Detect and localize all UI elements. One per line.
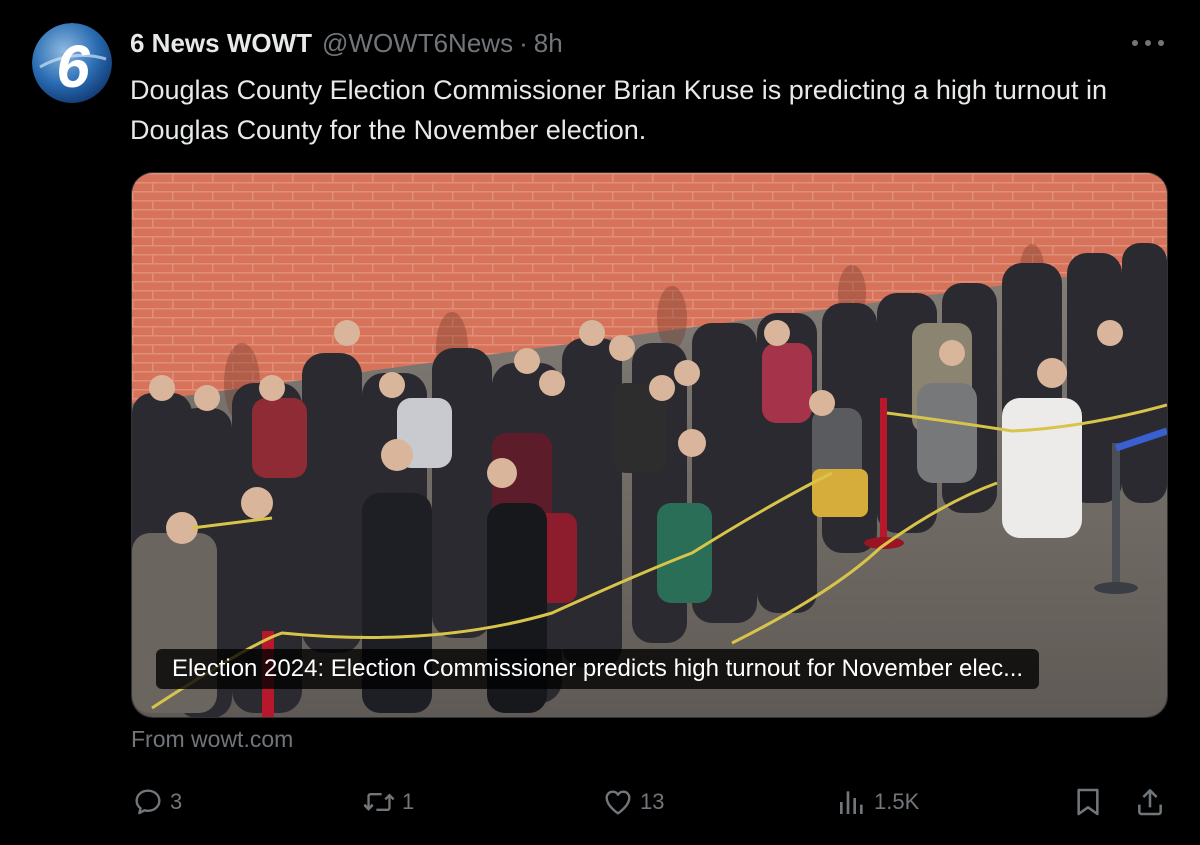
handle[interactable]: @WOWT6News <box>322 28 513 59</box>
like-icon <box>605 790 631 815</box>
tweet-header: 6 News WOWT @WOWT6News · 8h <box>130 28 563 62</box>
avatar-label: 6 <box>56 33 90 100</box>
share-button[interactable] <box>1134 780 1166 824</box>
more-icon <box>1132 40 1164 46</box>
link-card[interactable]: Election 2024: Election Commissioner pre… <box>131 172 1168 718</box>
views-icon <box>840 791 863 814</box>
share-icon <box>1138 789 1162 816</box>
like-button[interactable]: 13 <box>602 780 664 824</box>
bookmark-icon <box>1077 788 1099 816</box>
card-caption: Election 2024: Election Commissioner pre… <box>156 649 1040 689</box>
repost-icon <box>363 792 395 812</box>
repost-count: 1 <box>402 789 415 814</box>
reply-icon <box>135 789 161 815</box>
like-count: 13 <box>640 789 665 814</box>
tweet-text: Douglas County Election Commissioner Bri… <box>130 75 1107 145</box>
views-button[interactable]: 1.5K <box>836 780 919 824</box>
bookmark-button[interactable] <box>1073 780 1103 824</box>
display-name[interactable]: 6 News WOWT <box>130 28 312 59</box>
card-image <box>132 173 1167 717</box>
reply-button[interactable]: 3 <box>132 780 182 824</box>
more-button[interactable] <box>1128 28 1168 58</box>
avatar[interactable]: 6 <box>32 23 112 103</box>
timestamp[interactable]: 8h <box>534 28 563 59</box>
repost-button[interactable]: 1 <box>362 780 414 824</box>
wowt-logo: 6 <box>32 23 112 103</box>
views-count: 1.5K <box>874 789 920 814</box>
card-source[interactable]: From wowt.com <box>131 726 293 753</box>
reply-count: 3 <box>170 789 183 814</box>
separator-dot: · <box>519 28 528 58</box>
action-bar: 3 1 13 1.5K <box>0 780 1200 824</box>
